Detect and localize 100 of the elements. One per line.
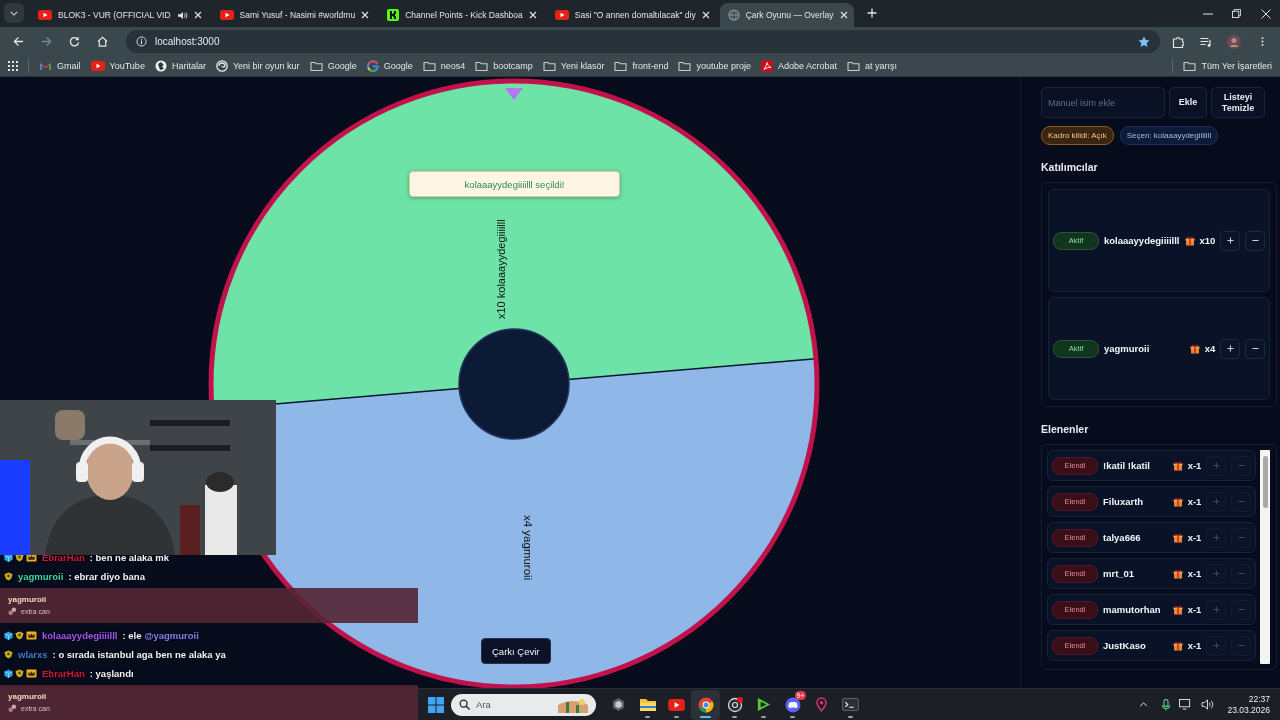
gift-icon [1172,532,1183,543]
mention-link[interactable]: @yagmuroii [144,630,199,641]
video-play-icon [219,10,234,20]
tab-search-button[interactable] [4,3,24,23]
search-field[interactable]: Ara [451,693,596,716]
minus-icon [1237,606,1245,613]
restore-icon [1232,9,1241,18]
chat-username: EbrarHan [42,552,85,563]
chat-username: yagmuroii [8,692,48,701]
shield-icon [15,631,24,640]
chevron-up-icon [1138,702,1148,707]
playlist-icon [1200,36,1212,47]
close-icon [361,11,370,19]
browser-tab[interactable]: Çark Oyunu — Overlay [719,3,854,27]
increment-button[interactable] [1220,338,1241,359]
search-icon [459,699,470,710]
bookmark-link[interactable]: neos4 [422,61,466,71]
plus-icon [1212,534,1220,541]
plus-icon [1226,345,1234,352]
bookmark-link[interactable]: Google [309,61,357,71]
microphone-icon [1162,698,1171,711]
shield-icon [15,553,24,562]
chat-username: yagmuroii [8,595,48,604]
lock-status-tag: Kadro kilidi: Açık [1041,126,1114,145]
clear-list-button[interactable]: Listeyi Temizle [1211,87,1265,118]
puzzle-icon [1172,35,1184,48]
browser-tab[interactable]: Channel Points - Kick Dashboa [379,3,543,27]
bookmark-link[interactable]: Yeni klasör [542,61,605,71]
chevron-down-icon [10,10,18,16]
gift-icon [1172,604,1183,615]
mail-icon [39,61,52,71]
plus-icon [866,8,877,18]
bookmark-link[interactable]: Yeni bir oyun kur [215,60,300,72]
bookmark-link[interactable]: Tüm Yer İşaretleri [1183,61,1272,71]
bookmark-link[interactable]: YouTube [90,61,145,71]
participant-name: yagmuroii [1104,343,1151,354]
cube-icon [4,631,13,640]
entry-count: x-1 [1187,460,1202,471]
bookmark-link[interactable]: front-end [614,61,669,71]
toast-message: kolaaayydegiiiilll seçildi! [409,171,620,197]
folder-icon [422,61,436,71]
folder-icon [678,61,692,71]
browser-tab[interactable]: Sami Yusuf - Nasimi #worldmu [211,3,376,27]
entry-count: x4 [1204,343,1216,354]
browser-tab[interactable]: Sasi "O annen domaltılacak" diy [546,3,716,27]
cube-icon [4,553,13,562]
arrow-right-icon [40,36,52,47]
bookmark-link[interactable]: at yarışı [847,61,898,71]
entry-count: x-1 [1187,496,1202,507]
volume-icon [1201,699,1215,710]
add-button[interactable]: Ekle [1169,87,1207,118]
clock-date: 23.03.2026 [1227,705,1270,715]
participant-name: !katil !katil [1103,460,1151,471]
minus-icon [1237,498,1245,505]
chat-message: : yaşlandı [89,668,134,679]
browser-tab[interactable]: BLOK3 - VUR (OFFICIAL VID [30,3,208,27]
chat-message: : ele @yagmuroii [122,630,199,641]
minus-icon [1237,570,1245,577]
participant-name: kolaaayydegiiiilll [1104,235,1180,246]
reward-icon [8,704,17,713]
chat-bubble-icon [784,696,801,713]
taskbar-app[interactable] [691,689,720,720]
cactus-icon [558,696,588,713]
name-input[interactable]: Manuel isim ekle [1041,87,1165,118]
clock-time: 22:37 [1248,694,1270,704]
spin-button[interactable]: Çarkı Çevir [481,638,551,664]
segment-label: x4 yagmuroii [522,515,534,581]
document-icon [761,60,774,72]
bookmark-link[interactable]: Haritalar [154,60,206,72]
bookmark-link[interactable]: Google [366,60,413,72]
menu-icon [1260,36,1264,47]
gift-icon [1189,343,1200,354]
home-icon [96,36,108,47]
swirl-icon [215,60,228,72]
chat-username: EbrarHan [42,668,85,679]
plus-icon [1226,237,1234,244]
gift-icon [1172,640,1183,651]
reward-icon [8,607,17,616]
logo-icon [387,9,400,21]
minus-icon [1251,237,1259,244]
bookmark-link[interactable]: bootcamp [475,61,533,71]
plus-icon [1212,606,1220,613]
video-play-icon [668,698,685,711]
section-title: Elenenler [1041,423,1090,435]
bookmark-link[interactable]: Gmail [39,61,81,71]
scrollbar[interactable] [1260,450,1271,664]
chat-username: wlarxs [18,649,48,660]
bookmark-link[interactable]: youtube proje [678,61,752,71]
minimize-icon [1202,12,1213,15]
crown-icon [26,553,37,562]
folder-icon [542,61,556,71]
entry-count: x-1 [1187,568,1202,579]
video-play-icon [90,61,105,71]
globe-icon [727,9,740,21]
bookmark-link[interactable]: Adobe Acrobat [761,60,838,72]
increment-button[interactable] [1220,230,1241,251]
address-bar[interactable]: localhost:3000 [126,30,1160,53]
minus-icon [1237,642,1245,649]
picker-tag: Seçen: kolaaayydegiiiilll [1119,126,1219,145]
avatar-icon [1227,34,1241,49]
